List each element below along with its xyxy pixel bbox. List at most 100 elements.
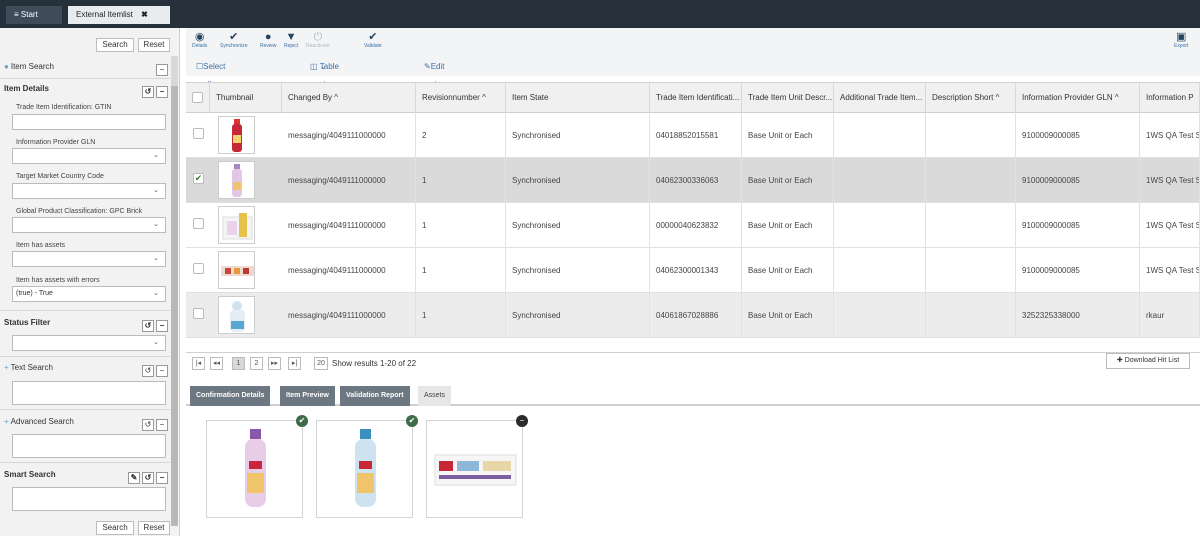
target-market-select[interactable]: ⌄ [12, 183, 166, 199]
toolbar: ◉ Details ✔ Synchronize ● Review ▼ Reject ⏻ R… [186, 28, 1200, 58]
table-row[interactable]: ✔ messaging/4049111000000 1 Synchronised… [186, 158, 1200, 203]
review-button[interactable]: ● Review [260, 31, 276, 49]
reactivate-button[interactable]: ⏻ Reactivate [306, 31, 330, 49]
product-thumbnail[interactable] [218, 251, 255, 289]
gpc-select[interactable]: ⌄ [12, 217, 166, 233]
tab-confirmation-details[interactable]: Confirmation Details [190, 386, 271, 406]
collapse-icon[interactable]: − [156, 320, 168, 332]
tab-external-itemlist[interactable]: External Itemlist ✖ [68, 6, 170, 24]
row-checkbox[interactable]: ✔ [193, 173, 204, 184]
table-view-dropdown[interactable]: ◫ Table view: Advanced ⌄ [310, 58, 355, 107]
scrollbar[interactable] [171, 56, 178, 526]
export-button[interactable]: ▣ Export [1174, 31, 1188, 49]
col-unit-desc[interactable]: Trade Item Unit Descr... [742, 83, 834, 113]
collapse-icon[interactable]: − [156, 86, 168, 98]
last-page-button[interactable]: ▸| [288, 357, 301, 370]
status-filter-header[interactable]: Status Filter ↺ − [4, 314, 168, 332]
item-details-header[interactable]: Item Details ↺ − [4, 80, 168, 98]
next-page-button[interactable]: ▸▸ [268, 357, 282, 370]
main-area: ◉ Details ✔ Synchronize ● Review ▼ Reject ⏻ R… [186, 28, 1200, 536]
table-row[interactable]: messaging/4049111000000 1 Synchronised 0… [186, 293, 1200, 338]
synchronize-button[interactable]: ✔ Synchronize [220, 31, 248, 49]
assets-errors-select[interactable]: (true) - True ⌄ [12, 286, 166, 302]
table-row[interactable]: messaging/4049111000000 1 Synchronised 0… [186, 248, 1200, 293]
search-button[interactable]: Search [96, 38, 134, 52]
edit-icon[interactable]: ✎ [128, 472, 140, 484]
tab-validation-report[interactable]: Validation Report [340, 386, 410, 406]
asset-card[interactable]: − [426, 415, 528, 518]
row-checkbox[interactable] [193, 263, 204, 274]
col-revision[interactable]: Revisionnumber ^ [416, 83, 506, 113]
reset-icon[interactable]: ↺ [142, 365, 154, 377]
has-assets-select[interactable]: ⌄ [12, 251, 166, 267]
collapse-icon[interactable]: − [156, 64, 168, 76]
col-provider-gln[interactable]: Information Provider GLN ^ [1016, 83, 1140, 113]
cell-provider: 1WS QA Test S [1140, 248, 1200, 293]
scrollbar-thumb[interactable] [171, 86, 178, 526]
col-desc-short[interactable]: Description Short ^ [926, 83, 1016, 113]
col-provider-name[interactable]: Information P [1140, 83, 1200, 113]
text-search-header[interactable]: + Text Search ↺ − [4, 359, 168, 377]
info-provider-select[interactable]: ⌄ [12, 148, 166, 164]
page-1-button[interactable]: 1 [232, 357, 245, 370]
smart-search-header[interactable]: Smart Search ✎ ↺ − [4, 466, 168, 484]
collapse-icon[interactable]: − [156, 419, 168, 431]
info-icon: ● [264, 31, 272, 43]
tab-assets[interactable]: Assets [418, 386, 452, 406]
reset-icon[interactable]: ↺ [142, 419, 154, 431]
cell-provider: rkaur [1140, 293, 1200, 338]
cell-provider: 1WS QA Test S [1140, 113, 1200, 158]
cell-gln: 9100009000085 [1016, 203, 1140, 248]
advanced-search-textarea[interactable] [12, 434, 166, 458]
first-page-button[interactable]: |◂ [192, 357, 205, 370]
cell-gtin: 00000040623832 [650, 203, 742, 248]
product-thumbnail[interactable] [218, 161, 255, 199]
col-changed-by[interactable]: Changed By ^ [282, 83, 416, 113]
text-search-textarea[interactable] [12, 381, 166, 405]
row-checkbox[interactable] [193, 218, 204, 229]
col-additional[interactable]: Additional Trade Item... [834, 83, 926, 113]
col-thumbnail[interactable]: Thumbnail [210, 83, 282, 113]
reset-icon[interactable]: ↺ [142, 472, 154, 484]
search-button-bottom[interactable]: Search [96, 521, 134, 535]
collapse-icon[interactable]: − [156, 472, 168, 484]
status-filter-select[interactable]: ⌄ [12, 335, 166, 351]
download-hit-list-button[interactable]: ✚ Download Hit List [1106, 353, 1190, 369]
check-icon: ✔ [229, 31, 239, 43]
assets-errors-value: (true) - True [16, 290, 53, 297]
table-row[interactable]: messaging/4049111000000 2 Synchronised 0… [186, 113, 1200, 158]
validate-button[interactable]: ✔ Validate [364, 31, 382, 49]
product-thumbnail[interactable] [218, 296, 255, 334]
header-checkbox[interactable] [192, 92, 203, 103]
advanced-search-header[interactable]: + Advanced Search ↺ − [4, 413, 168, 431]
prev-page-button[interactable]: ◂◂ [210, 357, 224, 370]
reset-icon[interactable]: ↺ [142, 86, 154, 98]
close-icon[interactable]: ✖ [141, 10, 148, 19]
tab-item-preview[interactable]: Item Preview [280, 386, 335, 406]
row-checkbox[interactable] [193, 128, 204, 139]
page-2-button[interactable]: 2 [250, 357, 263, 370]
col-item-state[interactable]: Item State [506, 83, 650, 113]
gtin-input[interactable] [12, 114, 166, 130]
asset-card[interactable]: ✔ [206, 415, 308, 518]
details-button[interactable]: ◉ Details [192, 31, 207, 49]
reset-button-bottom[interactable]: Reset [138, 521, 170, 535]
tab-start[interactable]: ≡ Start [6, 6, 62, 24]
select-all-rows-link[interactable]: ☐ Select all rows on all pages [196, 58, 225, 143]
edit-view-link[interactable]: ✎ Edit view [424, 58, 447, 89]
product-thumbnail[interactable] [218, 116, 255, 154]
smart-search-textarea[interactable] [12, 487, 166, 511]
item-search-header[interactable]: ● Item Search − [4, 58, 168, 76]
table-row[interactable]: messaging/4049111000000 1 Synchronised 0… [186, 203, 1200, 248]
row-checkbox[interactable] [193, 308, 204, 319]
select-all-checkbox-col[interactable] [186, 83, 210, 113]
asset-image [434, 454, 517, 486]
reset-icon[interactable]: ↺ [142, 320, 154, 332]
asset-card[interactable]: ✔ [316, 415, 418, 518]
reject-button[interactable]: ▼ Reject [284, 31, 298, 49]
reset-button[interactable]: Reset [138, 38, 170, 52]
collapse-icon[interactable]: − [156, 365, 168, 377]
page-size-select[interactable]: 20 [314, 357, 328, 370]
col-trade-item-id[interactable]: Trade Item Identificati... [650, 83, 742, 113]
product-thumbnail[interactable] [218, 206, 255, 244]
